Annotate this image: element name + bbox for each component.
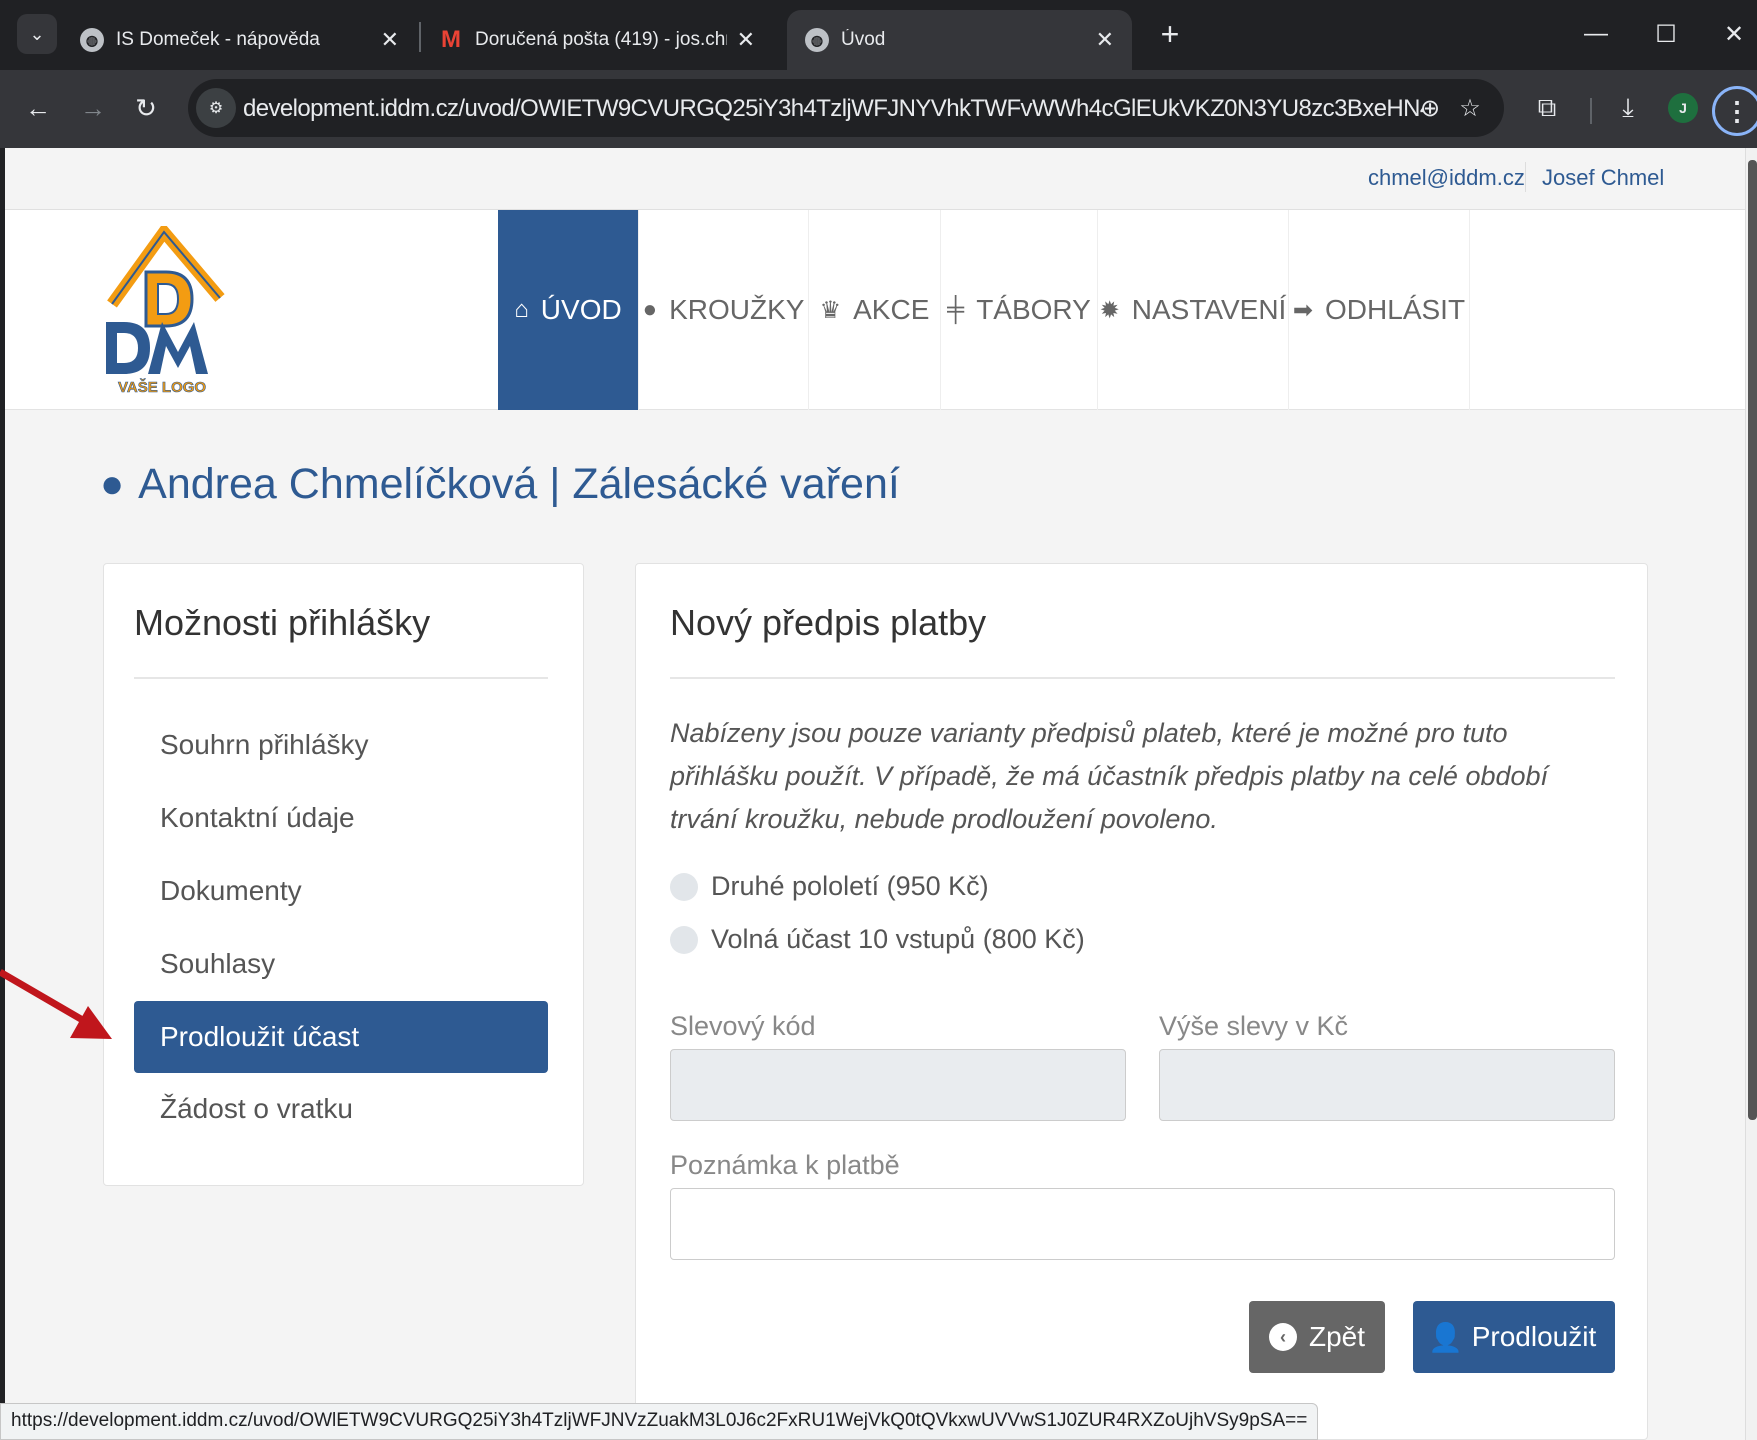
new-tab-button[interactable]: +	[1150, 14, 1190, 54]
lightbulb-icon: ●	[100, 462, 125, 506]
lightbulb-icon: ●	[642, 296, 658, 323]
forward-arrow-icon[interactable]: →	[73, 88, 113, 128]
url-text[interactable]: development.iddm.cz/uvod/OWIETW9CVURGQ25…	[243, 95, 1423, 123]
back-button-label: Zpět	[1308, 1321, 1366, 1352]
user-icon: 👤	[1428, 1321, 1464, 1353]
payment-card: Nový předpis platby Nabízeny jsou pouze …	[635, 563, 1648, 1440]
payment-note-input[interactable]	[670, 1188, 1615, 1260]
address-bar[interactable]: ⚙ development.iddm.cz/uvod/OWIETW9CVURGQ…	[188, 79, 1504, 137]
chevron-left-icon: ‹	[1268, 1323, 1297, 1351]
info-text: Nabízeny jsou pouze varianty předpisů pl…	[670, 718, 1549, 834]
payment-option[interactable]: Druhé pololetí (950 Kč)	[670, 871, 989, 902]
top-separator	[1525, 162, 1526, 192]
nav-item-akce[interactable]: ♛ AKCE	[808, 210, 940, 410]
payment-title: Nový předpis platby	[670, 602, 987, 643]
extensions-icon[interactable]: ⧉	[1527, 88, 1567, 128]
globe-icon: ◍	[805, 28, 829, 52]
sidebar-item-dokumenty[interactable]: Dokumenty	[134, 855, 548, 927]
browser-tab[interactable]: M Doručená pošta (419) - jos.chmel ✕	[421, 10, 773, 70]
tab-title: IS Domeček - nápověda	[116, 29, 320, 50]
annotation-arrow	[0, 968, 112, 1039]
link-status-bar: https://development.iddm.cz/uvod/OWlETW9…	[0, 1403, 1319, 1440]
tab-title: Doručená pošta (419) - jos.chmel	[475, 29, 727, 50]
nav-item-label: ODHLÁSIT	[1325, 294, 1466, 325]
nav-item-krouzky[interactable]: ● KROUŽKY	[638, 210, 808, 410]
user-name-link[interactable]: Josef Chmel	[1542, 165, 1664, 191]
payment-option[interactable]: Volná účast 10 vstupů (800 Kč)	[670, 924, 1085, 955]
discount-code-field	[670, 1049, 1126, 1121]
signpost-icon: ╪	[947, 296, 965, 323]
site-info-icon[interactable]: ⚙	[196, 88, 236, 128]
discount-code-label: Slevový kód	[670, 1011, 816, 1041]
logo[interactable]: VAŠE LOGO	[100, 226, 250, 396]
download-icon[interactable]: ⤓	[1608, 88, 1648, 128]
zoom-icon[interactable]: ⊕	[1410, 88, 1450, 128]
main-navbar: VAŠE LOGO ⌂ ÚVOD ● KROUŽKY ♛ AKCE ╪ TÁBO…	[5, 210, 1745, 410]
browser-toolbar: ← → ↻ ⚙ development.iddm.cz/uvod/OWIETW9…	[0, 70, 1757, 148]
tab-search-button[interactable]: ⌄	[17, 14, 57, 54]
logout-icon: ➡	[1292, 296, 1314, 324]
maximize-icon[interactable]: ☐	[1646, 14, 1686, 54]
globe-icon: ◍	[80, 28, 104, 52]
window-close-icon[interactable]: ✕	[1714, 14, 1754, 54]
nav-item-label: ÚVOD	[540, 294, 622, 325]
close-icon[interactable]: ✕	[1096, 27, 1114, 53]
top-user-bar: chmel@iddm.cz Josef Chmel	[5, 148, 1745, 210]
logo-text: VAŠE LOGO	[118, 378, 206, 396]
browser-menu-icon[interactable]: ⋮	[1712, 86, 1757, 136]
discount-amount-field	[1159, 1049, 1615, 1121]
nav-item-label: KROUŽKY	[669, 294, 805, 325]
browser-tab[interactable]: ◍ IS Domeček - nápověda ✕	[62, 10, 417, 70]
nav-item-nastaveni[interactable]: ✹ NASTAVENÍ	[1097, 210, 1288, 410]
sidebar-item-souhrn[interactable]: Souhrn přihlášky	[134, 709, 548, 781]
sidebar-item-souhlasy[interactable]: Souhlasy	[134, 928, 548, 1000]
nav-item-tabory[interactable]: ╪ TÁBORY	[940, 210, 1097, 410]
page-viewport: chmel@iddm.cz Josef Chmel VAŠE LOGO ⌂ ÚV…	[5, 148, 1745, 1440]
gmail-icon: M	[441, 26, 461, 53]
divider	[134, 677, 548, 679]
extend-button-label: Prodloužit	[1471, 1321, 1597, 1352]
radio-button[interactable]	[670, 925, 698, 954]
payment-note-label: Poznámka k platbě	[670, 1150, 900, 1180]
scrollbar-thumb[interactable]	[1748, 160, 1757, 1120]
star-icon[interactable]: ☆	[1450, 88, 1490, 128]
nav-item-label: TÁBORY	[976, 294, 1091, 325]
browser-tab-strip: ⌄ ◍ IS Domeček - nápověda ✕ M Doručená p…	[0, 0, 1757, 70]
close-icon[interactable]: ✕	[737, 27, 755, 53]
sidebar-item-vratka[interactable]: Žádost o vratku	[134, 1073, 548, 1145]
extend-button[interactable]: 👤 Prodloužit	[1413, 1301, 1615, 1373]
divider	[670, 677, 1615, 679]
reload-icon[interactable]: ↻	[126, 88, 166, 128]
sidebar-card: Možnosti přihlášky Souhrn přihlášky Kont…	[103, 563, 584, 1186]
discount-amount-label: Výše slevy v Kč	[1159, 1011, 1349, 1041]
profile-avatar[interactable]: J	[1668, 93, 1698, 123]
nav-item-uvod[interactable]: ⌂ ÚVOD	[498, 210, 638, 410]
sidebar-item-kontakt[interactable]: Kontaktní údaje	[134, 782, 548, 854]
radio-button[interactable]	[670, 872, 698, 901]
close-icon[interactable]: ✕	[381, 27, 399, 53]
browser-tab-active[interactable]: ◍ Úvod ✕	[787, 10, 1132, 70]
option-label: Druhé pololetí (950 Kč)	[711, 871, 989, 901]
sidebar-item-prodlouzit[interactable]: Prodloužit účast	[134, 1001, 548, 1073]
tab-title: Úvod	[841, 29, 886, 50]
nav-item-odhlasit[interactable]: ➡ ODHLÁSIT	[1288, 210, 1470, 410]
gear-icon: ✹	[1099, 296, 1120, 324]
trophy-icon: ♛	[819, 296, 842, 324]
home-icon: ⌂	[514, 296, 529, 323]
minimize-icon[interactable]: —	[1576, 14, 1616, 54]
toolbar-divider	[1590, 98, 1592, 124]
option-label: Volná účast 10 vstupů (800 Kč)	[711, 924, 1085, 954]
sidebar-title: Možnosti přihlášky	[134, 602, 431, 643]
nav-item-label: NASTAVENÍ	[1131, 294, 1287, 325]
page-title: ● Andrea Chmelíčková | Zálesácké vaření	[100, 460, 900, 509]
user-email-link[interactable]: chmel@iddm.cz	[1368, 165, 1525, 191]
back-button[interactable]: ‹ Zpět	[1249, 1301, 1385, 1373]
back-arrow-icon[interactable]: ←	[18, 88, 58, 128]
page-title-text: Andrea Chmelíčková | Zálesácké vaření	[138, 460, 900, 508]
nav-item-label: AKCE	[853, 294, 930, 325]
